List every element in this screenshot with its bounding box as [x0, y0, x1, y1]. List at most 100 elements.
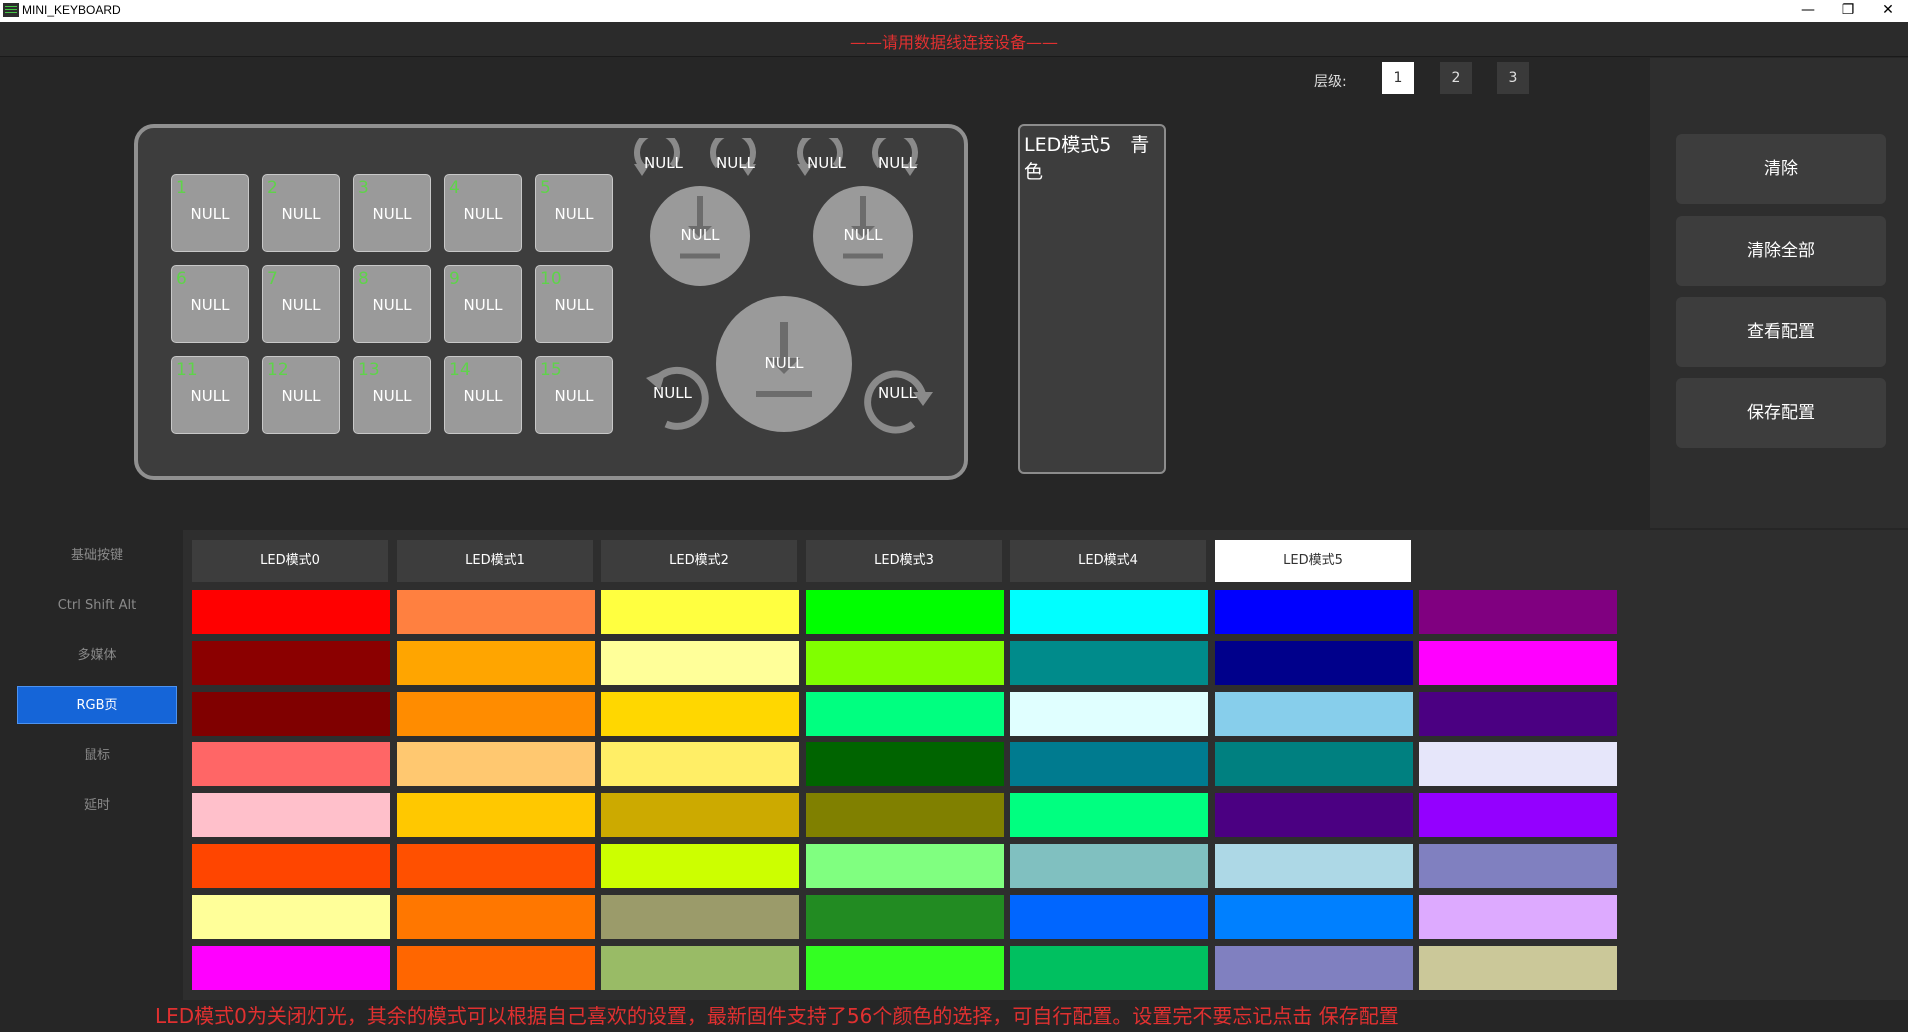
color-swatch[interactable]	[397, 692, 595, 736]
color-swatch[interactable]	[1010, 844, 1208, 888]
clear-all-button[interactable]: 清除全部	[1676, 216, 1886, 286]
layer-button-3[interactable]: 3	[1497, 62, 1529, 94]
color-swatch[interactable]	[1419, 641, 1617, 685]
color-swatch[interactable]	[806, 692, 1004, 736]
save-config-button[interactable]: 保存配置	[1676, 378, 1886, 448]
color-swatch[interactable]	[601, 793, 799, 837]
key-10[interactable]: 10 NULL	[535, 265, 613, 343]
color-swatch[interactable]	[1419, 793, 1617, 837]
key-1[interactable]: 1 NULL	[171, 174, 249, 252]
layer-button-1[interactable]: 1	[1382, 62, 1414, 94]
color-swatch[interactable]	[1419, 590, 1617, 634]
color-swatch[interactable]	[1010, 895, 1208, 939]
big-knob-ccw-rotation[interactable]: NULL	[636, 356, 716, 436]
color-swatch[interactable]	[806, 590, 1004, 634]
color-swatch[interactable]	[1419, 844, 1617, 888]
big-knob-cw-rotation[interactable]: NULL	[855, 356, 935, 436]
key-5[interactable]: 5 NULL	[535, 174, 613, 252]
minimize-button[interactable]: —	[1788, 0, 1828, 22]
knob1-cw-rotation[interactable]: NULL	[700, 138, 760, 188]
knob1-press[interactable]: NULL	[650, 186, 750, 286]
color-swatch[interactable]	[601, 590, 799, 634]
led-mode-tab-0[interactable]: LED模式0	[192, 540, 388, 582]
key-11[interactable]: 11 NULL	[171, 356, 249, 434]
led-mode-tab-5[interactable]: LED模式5	[1215, 540, 1411, 582]
color-swatch[interactable]	[806, 742, 1004, 786]
restore-button[interactable]: ❐	[1828, 0, 1868, 22]
key-4[interactable]: 4 NULL	[444, 174, 522, 252]
color-swatch[interactable]	[806, 793, 1004, 837]
color-swatch[interactable]	[601, 641, 799, 685]
knob2-cw-rotation[interactable]: NULL	[862, 138, 922, 188]
color-swatch[interactable]	[1419, 895, 1617, 939]
clear-button[interactable]: 清除	[1676, 134, 1886, 204]
key-14[interactable]: 14 NULL	[444, 356, 522, 434]
layer-button-2[interactable]: 2	[1440, 62, 1472, 94]
color-swatch[interactable]	[806, 946, 1004, 990]
nav-modifier-keys[interactable]: Ctrl Shift Alt	[17, 587, 177, 625]
color-swatch[interactable]	[1215, 641, 1413, 685]
color-swatch[interactable]	[601, 844, 799, 888]
close-button[interactable]: ✕	[1868, 0, 1908, 22]
color-swatch[interactable]	[397, 742, 595, 786]
color-swatch[interactable]	[1215, 590, 1413, 634]
color-swatch[interactable]	[1215, 793, 1413, 837]
key-8[interactable]: 8 NULL	[353, 265, 431, 343]
color-swatch[interactable]	[601, 742, 799, 786]
color-swatch[interactable]	[192, 793, 390, 837]
color-swatch[interactable]	[601, 895, 799, 939]
big-knob-press[interactable]: NULL	[716, 296, 852, 432]
nav-delay[interactable]: 延时	[17, 787, 177, 825]
color-swatch[interactable]	[397, 641, 595, 685]
color-swatch[interactable]	[397, 946, 595, 990]
color-swatch[interactable]	[192, 590, 390, 634]
key-12[interactable]: 12 NULL	[262, 356, 340, 434]
color-swatch[interactable]	[192, 692, 390, 736]
color-swatch[interactable]	[397, 844, 595, 888]
color-swatch[interactable]	[192, 844, 390, 888]
color-swatch[interactable]	[1215, 742, 1413, 786]
color-swatch[interactable]	[1215, 946, 1413, 990]
nav-basic-keys[interactable]: 基础按键	[17, 537, 177, 575]
knob1-ccw-rotation[interactable]: NULL	[630, 138, 690, 188]
led-mode-tab-4[interactable]: LED模式4	[1010, 540, 1206, 582]
color-swatch[interactable]	[192, 946, 390, 990]
nav-mouse[interactable]: 鼠标	[17, 737, 177, 775]
color-swatch[interactable]	[1419, 742, 1617, 786]
color-swatch[interactable]	[1419, 946, 1617, 990]
color-swatch[interactable]	[397, 590, 595, 634]
color-swatch[interactable]	[806, 641, 1004, 685]
color-swatch[interactable]	[1010, 590, 1208, 634]
color-swatch[interactable]	[192, 895, 390, 939]
nav-multimedia[interactable]: 多媒体	[17, 637, 177, 675]
knob2-press[interactable]: NULL	[813, 186, 913, 286]
color-swatch[interactable]	[601, 946, 799, 990]
view-config-button[interactable]: 查看配置	[1676, 297, 1886, 367]
color-swatch[interactable]	[1419, 692, 1617, 736]
led-mode-tab-1[interactable]: LED模式1	[397, 540, 593, 582]
led-mode-tab-3[interactable]: LED模式3	[806, 540, 1002, 582]
color-swatch[interactable]	[1010, 692, 1208, 736]
color-swatch[interactable]	[601, 692, 799, 736]
color-swatch[interactable]	[1215, 692, 1413, 736]
color-swatch[interactable]	[1010, 946, 1208, 990]
color-swatch[interactable]	[397, 895, 595, 939]
color-swatch[interactable]	[1010, 742, 1208, 786]
key-2[interactable]: 2 NULL	[262, 174, 340, 252]
color-swatch[interactable]	[806, 844, 1004, 888]
led-mode-tab-2[interactable]: LED模式2	[601, 540, 797, 582]
nav-rgb[interactable]: RGB页	[17, 686, 177, 724]
key-9[interactable]: 9 NULL	[444, 265, 522, 343]
key-3[interactable]: 3 NULL	[353, 174, 431, 252]
key-6[interactable]: 6 NULL	[171, 265, 249, 343]
color-swatch[interactable]	[192, 742, 390, 786]
key-7[interactable]: 7 NULL	[262, 265, 340, 343]
color-swatch[interactable]	[1215, 895, 1413, 939]
color-swatch[interactable]	[192, 641, 390, 685]
knob2-ccw-rotation[interactable]: NULL	[793, 138, 853, 188]
key-15[interactable]: 15 NULL	[535, 356, 613, 434]
color-swatch[interactable]	[1215, 844, 1413, 888]
color-swatch[interactable]	[1010, 641, 1208, 685]
color-swatch[interactable]	[1010, 793, 1208, 837]
color-swatch[interactable]	[397, 793, 595, 837]
